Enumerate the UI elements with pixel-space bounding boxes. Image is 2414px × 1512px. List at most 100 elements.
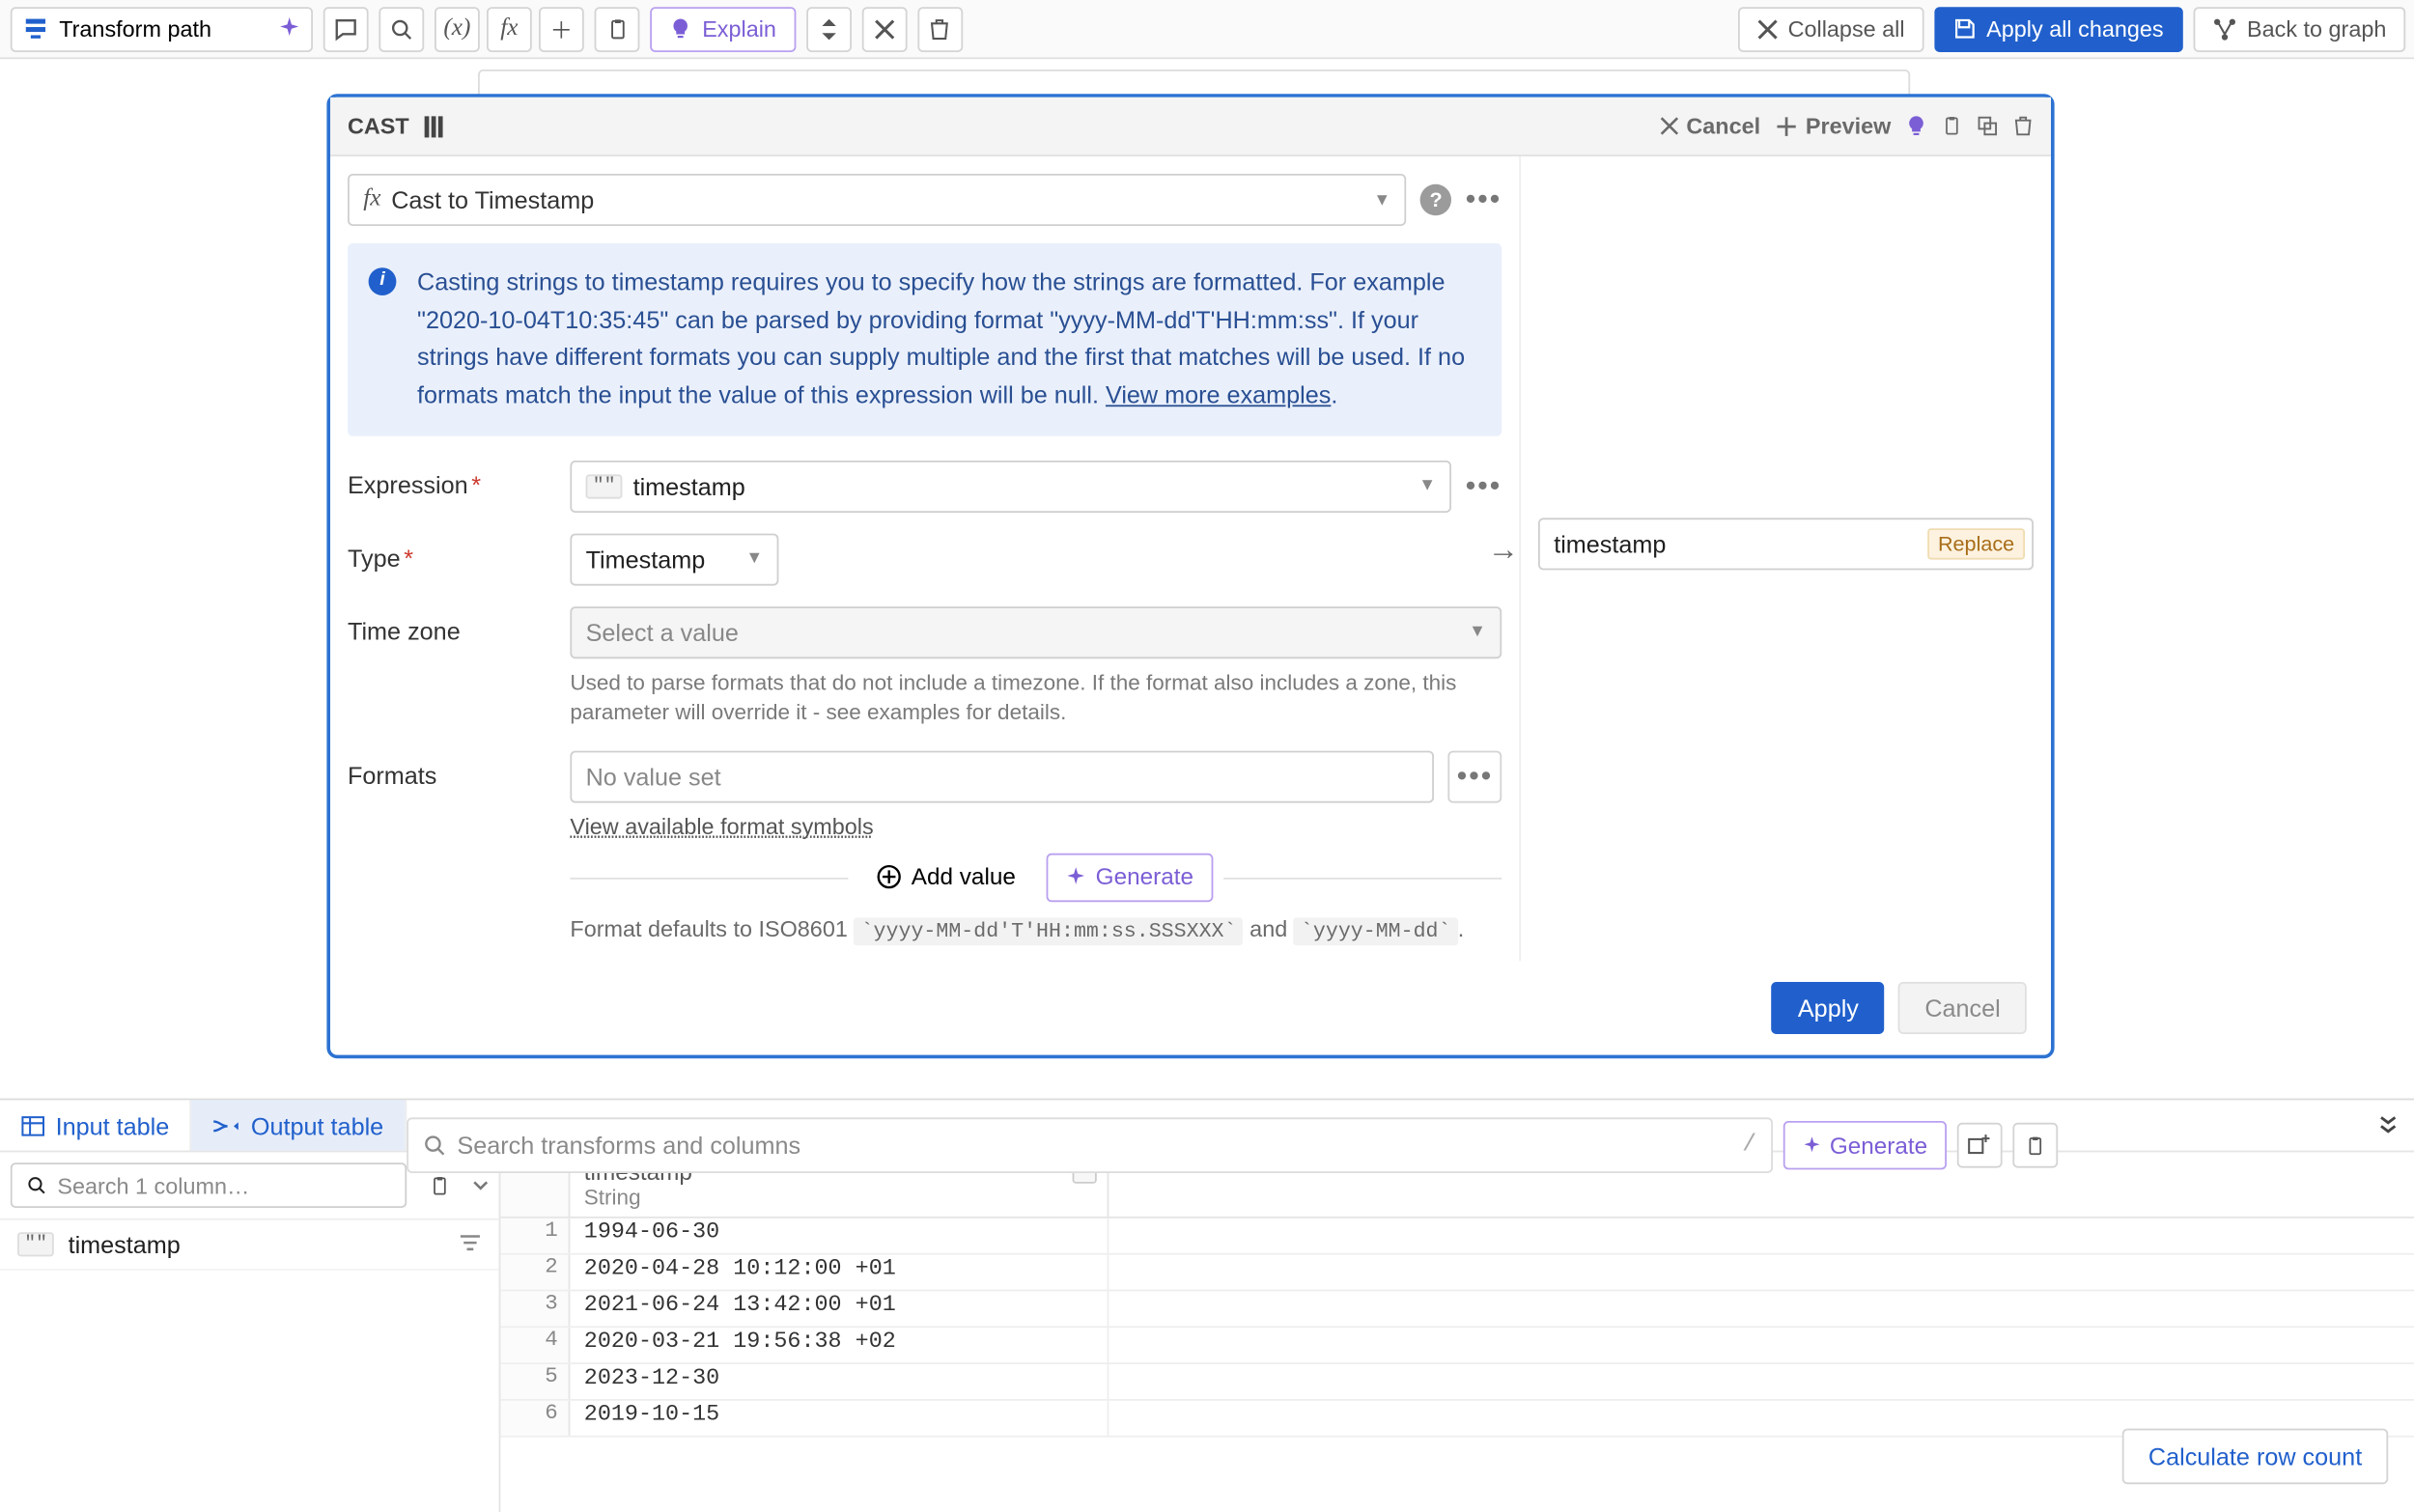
col-dropdown-button[interactable] <box>473 1180 489 1190</box>
apply-button[interactable]: Apply <box>1772 982 1885 1034</box>
back-to-graph-label: Back to graph <box>2247 15 2386 42</box>
delete-button[interactable] <box>917 6 963 51</box>
type-value: Timestamp <box>586 546 706 574</box>
formats-symbols-link[interactable]: View available format symbols <box>570 813 873 839</box>
generate-button[interactable]: Generate <box>1047 853 1213 901</box>
back-to-graph-button[interactable]: Back to graph <box>2193 6 2405 51</box>
chevron-down-icon: ▼ <box>1418 477 1436 496</box>
cell-timestamp: 2020-04-28 10:12:00 +01 <box>570 1255 1109 1290</box>
table-row[interactable]: 42020-03-21 19:56:38 +02 <box>500 1328 2414 1364</box>
table-row[interactable]: 11994-06-30 <box>500 1218 2414 1255</box>
close-button[interactable] <box>861 6 907 51</box>
clipboard-button-2[interactable] <box>2012 1123 2058 1168</box>
card-footer: Apply Cancel <box>330 961 2051 1054</box>
trash-button[interactable] <box>2012 115 2034 137</box>
save-icon <box>1953 17 1976 40</box>
row-number: 6 <box>500 1401 570 1436</box>
clipboard-button[interactable] <box>1942 115 1963 137</box>
comment-icon <box>334 16 358 41</box>
row-number: 5 <box>500 1364 570 1399</box>
filter-icon[interactable] <box>459 1234 481 1255</box>
bulb-button[interactable] <box>1905 115 1927 137</box>
sparkle-icon <box>278 17 300 40</box>
search-generate-label: Generate <box>1830 1133 1927 1159</box>
info-view-more-link[interactable]: View more examples <box>1106 380 1331 408</box>
input-table-tab[interactable]: Input table <box>0 1100 192 1150</box>
add-value-label: Add value <box>912 864 1016 890</box>
plus-icon: ＋ <box>550 13 573 45</box>
chevron-down-icon: ▼ <box>1373 190 1390 210</box>
close-icon <box>874 18 895 40</box>
apply-all-label: Apply all changes <box>1986 15 2163 42</box>
table-row[interactable]: 22020-04-28 10:12:00 +01 <box>500 1255 2414 1292</box>
clipboard-icon <box>430 1174 451 1196</box>
cell-timestamp: 2021-06-24 13:42:00 +01 <box>570 1291 1109 1326</box>
reorder-button[interactable] <box>806 6 852 51</box>
timezone-label: Time zone <box>348 606 556 645</box>
sparkle-icon <box>1802 1135 1821 1155</box>
variable-button[interactable]: (x) <box>435 6 480 51</box>
type-select[interactable]: Timestamp ▼ <box>570 533 778 585</box>
transform-path-input[interactable] <box>11 6 313 51</box>
columns-pane: Search 1 column… "" timestamp <box>0 1152 500 1512</box>
updown-icon <box>818 16 839 41</box>
variable-icon: (x) <box>443 14 470 42</box>
formats-more-button[interactable]: ••• <box>1448 750 1502 802</box>
add-value-button[interactable]: Add value <box>859 853 1033 901</box>
column-item-timestamp[interactable]: "" timestamp <box>0 1220 499 1271</box>
collapse-all-label: Collapse all <box>1788 15 1905 42</box>
cell-timestamp: 2020-03-21 19:56:38 +02 <box>570 1328 1109 1362</box>
column-icon <box>423 114 445 138</box>
expand-panel-button[interactable] <box>2360 1111 2414 1139</box>
fx-button[interactable]: fx <box>487 6 532 51</box>
card-title: CAST <box>348 113 409 139</box>
expression-label: Expression* <box>348 461 556 499</box>
timezone-select[interactable]: Select a value ▼ <box>570 606 1502 658</box>
plus-icon: ＋ <box>1775 109 1799 144</box>
cell-timestamp: 2023-12-30 <box>570 1364 1109 1399</box>
transforms-search-input[interactable]: Search transforms and columns / <box>407 1117 1772 1173</box>
more-button[interactable]: ••• <box>1466 182 1502 217</box>
arrow-merge-icon <box>212 1117 240 1134</box>
clipboard-button[interactable] <box>595 6 640 51</box>
search-generate-button[interactable]: Generate <box>1782 1121 1947 1169</box>
comment-button[interactable] <box>323 6 369 51</box>
output-table-label: Output table <box>251 1111 383 1139</box>
formats-label: Formats <box>348 750 556 789</box>
card-config: fx Cast to Timestamp ▼ ? ••• i Casting s… <box>330 156 1521 961</box>
new-node-button[interactable] <box>1957 1123 2003 1168</box>
apply-all-button[interactable]: Apply all changes <box>1934 6 2182 51</box>
add-fx-button[interactable]: ＋ <box>539 6 584 51</box>
fx-icon: fx <box>363 186 380 214</box>
transform-path-text[interactable] <box>59 15 267 42</box>
cast-type-select[interactable]: fx Cast to Timestamp ▼ <box>348 174 1406 226</box>
calculate-row-count-button[interactable]: Calculate row count <box>2122 1429 2388 1485</box>
zoom-button[interactable] <box>379 6 424 51</box>
zoom-icon <box>389 16 413 41</box>
output-column-field[interactable]: timestamp Replace <box>1538 518 2034 570</box>
add-node-icon <box>1968 1134 1992 1158</box>
expression-more-button[interactable]: ••• <box>1466 469 1502 504</box>
table-row[interactable]: 52023-12-30 <box>500 1364 2414 1401</box>
collapse-all-button[interactable]: Collapse all <box>1737 6 1923 51</box>
help-button[interactable]: ? <box>1420 184 1451 215</box>
slash-hint: / <box>1742 1132 1756 1160</box>
plus-circle-icon <box>877 864 903 890</box>
sparkle-icon <box>1066 867 1087 888</box>
column-search-input[interactable]: Search 1 column… <box>11 1162 407 1208</box>
card-cancel-link[interactable]: Cancel <box>1660 113 1760 139</box>
output-table-tab[interactable]: Output table <box>192 1100 407 1150</box>
expression-value: timestamp <box>633 472 745 500</box>
formats-input[interactable]: No value set <box>570 750 1434 802</box>
format-default-hint: Format defaults to ISO8601 `yyyy-MM-dd'T… <box>570 915 1464 943</box>
table-row[interactable]: 32021-06-24 13:42:00 +01 <box>500 1291 2414 1328</box>
expression-input[interactable]: "" timestamp ▼ <box>570 461 1451 513</box>
timezone-placeholder: Select a value <box>586 618 739 646</box>
timezone-hint: Used to parse formats that do not includ… <box>570 669 1502 730</box>
cancel-button[interactable]: Cancel <box>1898 982 2026 1034</box>
duplicate-button[interactable] <box>1977 115 1999 137</box>
explain-button[interactable]: Explain <box>650 6 796 51</box>
card-preview-link[interactable]: ＋ Preview <box>1775 109 1892 144</box>
cell-timestamp: 1994-06-30 <box>570 1218 1109 1253</box>
string-type-icon: "" <box>17 1232 54 1256</box>
